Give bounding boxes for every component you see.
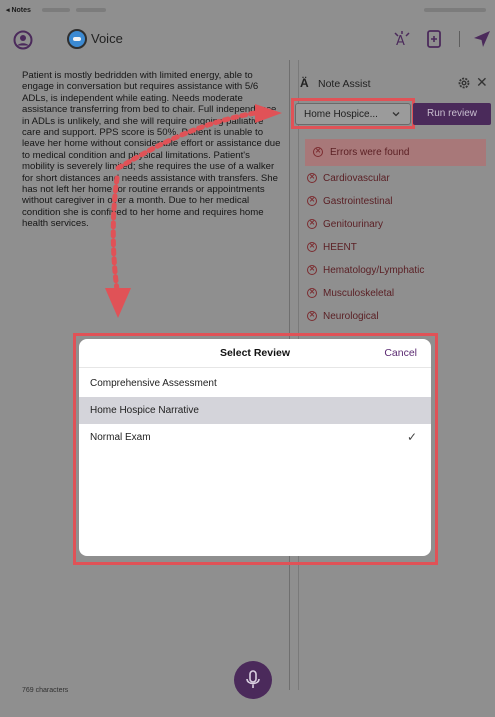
modal-cancel-button[interactable]: Cancel <box>384 347 417 359</box>
option-comprehensive-assessment[interactable]: Comprehensive Assessment <box>79 370 431 397</box>
annotation-arrow-dotted <box>115 110 258 171</box>
annotation-arrowhead <box>255 104 282 123</box>
option-label: Normal Exam <box>90 432 151 443</box>
option-home-hospice-narrative[interactable]: Home Hospice Narrative <box>79 397 431 424</box>
divider <box>79 367 431 368</box>
checkmark-icon: ✓ <box>406 430 417 444</box>
option-label: Comprehensive Assessment <box>90 378 217 389</box>
annotation-arrowhead <box>105 288 131 318</box>
app-screen: ◂ Notes Voice A Patient is mostly bedrid… <box>0 0 495 717</box>
select-review-modal: Select Review Cancel Comprehensive Asses… <box>79 339 431 556</box>
option-label: Home Hospice Narrative <box>90 405 199 416</box>
annotation-arrow-dotted <box>110 175 120 293</box>
modal-title: Select Review <box>219 347 291 359</box>
option-normal-exam[interactable]: Normal Exam ✓ <box>79 424 431 451</box>
